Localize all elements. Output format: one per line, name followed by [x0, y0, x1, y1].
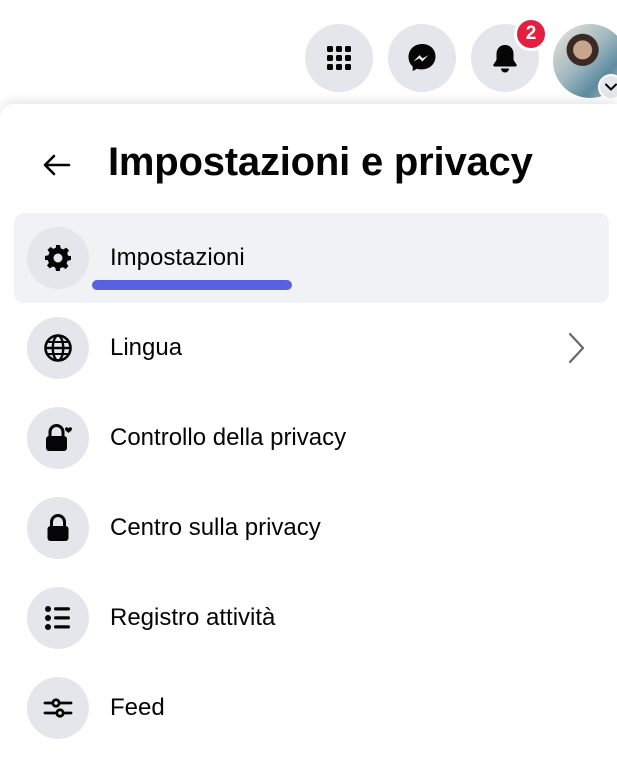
settings-privacy-panel: Impostazioni e privacy Impostazioni Ling…: [0, 104, 617, 761]
notification-badge: 2: [514, 17, 548, 51]
lock-heart-icon: [27, 407, 89, 469]
menu-item-label: Centro sulla privacy: [110, 514, 321, 541]
menu-item-centro-privacy[interactable]: Centro sulla privacy: [14, 483, 609, 573]
lock-icon: [27, 497, 89, 559]
chevron-right-icon: [563, 330, 591, 366]
messenger-button[interactable]: [388, 24, 456, 92]
top-navigation-bar: 2: [0, 0, 617, 102]
menu-item-label: Impostazioni: [110, 244, 245, 271]
bell-icon: [491, 43, 519, 73]
panel-header: Impostazioni e privacy: [0, 104, 617, 214]
menu-item-controllo-privacy[interactable]: Controllo della privacy: [14, 393, 609, 483]
menu-item-label: Registro attività: [110, 604, 276, 631]
grid-icon: [326, 45, 352, 71]
highlight-mark: [92, 280, 292, 290]
arrow-left-icon: [43, 154, 71, 181]
menu-item-label: Lingua: [110, 334, 183, 361]
gear-icon: [27, 227, 89, 289]
list-icon: [27, 587, 89, 649]
globe-icon: [27, 317, 89, 379]
menu-item-label: Controllo della privacy: [110, 424, 347, 451]
messenger-icon: [406, 42, 438, 74]
panel-title: Impostazioni e privacy: [108, 140, 533, 184]
chevron-down-icon: [598, 74, 617, 100]
menu-item-lingua[interactable]: Lingua: [14, 303, 609, 393]
menu-item-feed[interactable]: Feed: [14, 663, 609, 753]
menu-item-impostazioni[interactable]: Impostazioni: [14, 213, 609, 303]
back-button[interactable]: [30, 140, 84, 194]
menu-button[interactable]: [305, 24, 373, 92]
menu-item-label: Feed: [110, 694, 165, 721]
sliders-icon: [27, 677, 89, 739]
menu-item-registro-attivita[interactable]: Registro attività: [14, 573, 609, 663]
